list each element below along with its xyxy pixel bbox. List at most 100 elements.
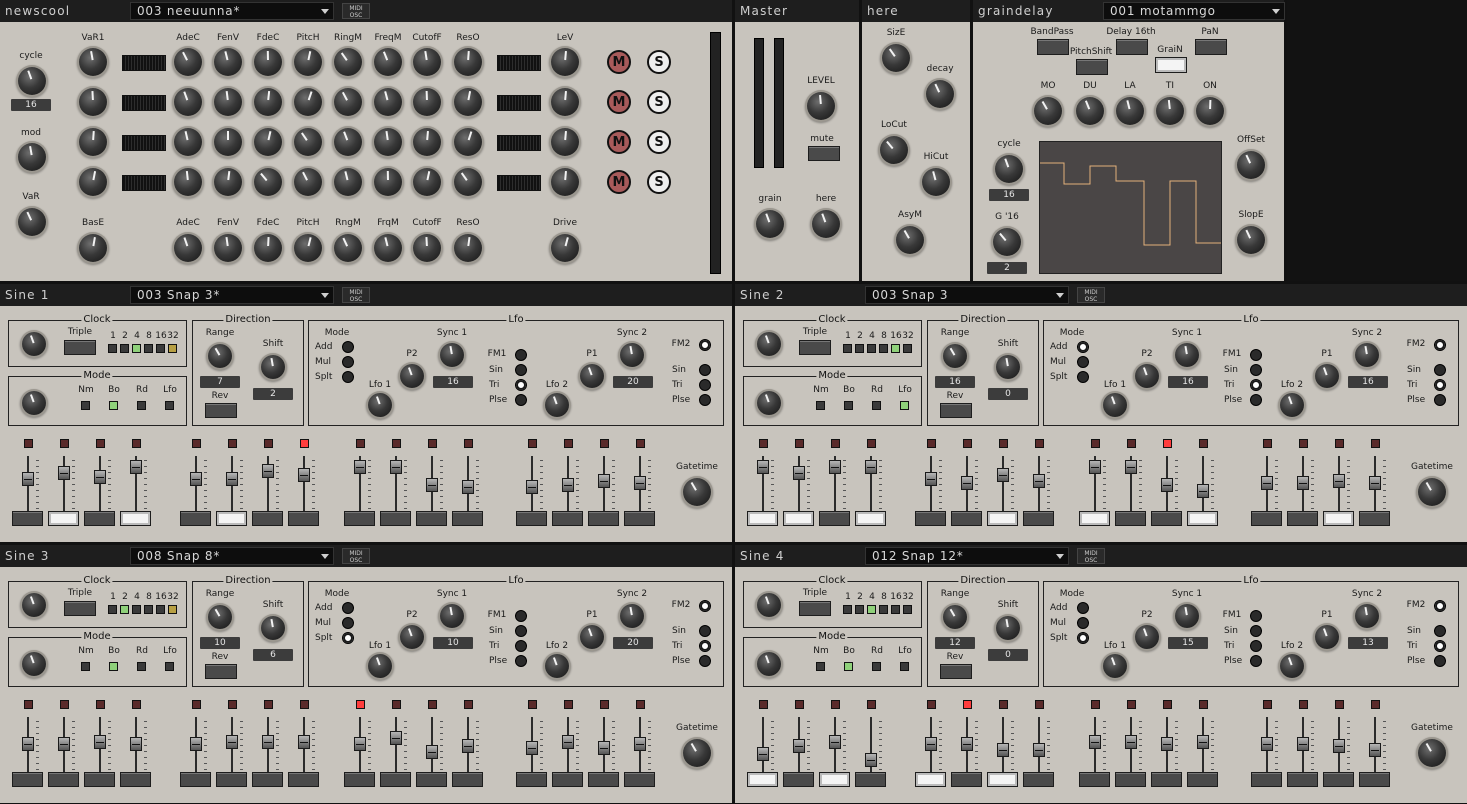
step-gate-led[interactable]	[392, 700, 401, 709]
step-gate-led[interactable]	[1091, 439, 1100, 448]
mode-option-led[interactable]	[872, 401, 881, 410]
fader-handle[interactable]	[298, 468, 310, 482]
step-gate-led[interactable]	[636, 700, 645, 709]
step-gate-led[interactable]	[264, 439, 273, 448]
mode-knob[interactable]	[22, 652, 46, 676]
clock-division-led[interactable]	[879, 605, 888, 614]
fm2-radio[interactable]	[1434, 339, 1446, 351]
voice-param-knob[interactable]	[454, 48, 482, 76]
step-toggle-button[interactable]	[915, 511, 946, 526]
sync1-knob[interactable]	[1175, 604, 1199, 628]
step-gate-led[interactable]	[1199, 439, 1208, 448]
step-toggle-button[interactable]	[1115, 772, 1146, 787]
step-value-fader[interactable]	[298, 456, 315, 516]
lfo1-knob[interactable]	[1103, 654, 1127, 678]
shift-value[interactable]: 0	[988, 649, 1028, 661]
p2-knob[interactable]	[1135, 364, 1159, 388]
fader-handle[interactable]	[94, 470, 106, 484]
fader-handle[interactable]	[22, 472, 34, 486]
step-value-fader[interactable]	[1161, 456, 1178, 516]
step-toggle-button[interactable]	[380, 772, 411, 787]
step-gate-led[interactable]	[300, 700, 309, 709]
fm2-radio[interactable]	[699, 339, 711, 351]
fm2-radio[interactable]	[1434, 600, 1446, 612]
lfo1-wave-radio[interactable]	[1250, 379, 1262, 391]
voice-param-knob[interactable]	[294, 168, 322, 196]
clock-division-led[interactable]	[843, 344, 852, 353]
p2-knob[interactable]	[400, 364, 424, 388]
mode-option-led[interactable]	[81, 401, 90, 410]
gatetime-knob[interactable]	[1418, 478, 1446, 506]
step-toggle-button[interactable]	[987, 772, 1018, 787]
sync1-knob[interactable]	[440, 604, 464, 628]
global-param-knob[interactable]	[454, 234, 482, 262]
fader-handle[interactable]	[925, 737, 937, 751]
solo-button[interactable]: S	[647, 130, 671, 154]
drive-knob[interactable]	[551, 234, 579, 262]
step-value-fader[interactable]	[226, 717, 243, 777]
p1-knob[interactable]	[580, 625, 604, 649]
slope-knob[interactable]	[1237, 226, 1265, 254]
mode-option-led[interactable]	[872, 662, 881, 671]
lfo2-wave-radio[interactable]	[699, 625, 711, 637]
clock-division-led[interactable]	[168, 344, 177, 353]
master-mute-button[interactable]	[808, 146, 840, 161]
fader-handle[interactable]	[390, 731, 402, 745]
lfo-mode-radio[interactable]	[1077, 356, 1089, 368]
sync2-knob[interactable]	[1355, 343, 1379, 367]
clock-division-led[interactable]	[903, 605, 912, 614]
step-value-fader[interactable]	[829, 717, 846, 777]
gd-cycle-knob[interactable]	[995, 155, 1023, 183]
fader-handle[interactable]	[462, 480, 474, 494]
step-gate-led[interactable]	[528, 700, 537, 709]
step-gate-led[interactable]	[600, 439, 609, 448]
step-toggle-button[interactable]	[344, 772, 375, 787]
fader-handle[interactable]	[757, 460, 769, 474]
fader-handle[interactable]	[354, 737, 366, 751]
step-toggle-button[interactable]	[855, 511, 886, 526]
asym-knob[interactable]	[896, 226, 924, 254]
step-gate-led[interactable]	[831, 700, 840, 709]
range-value[interactable]: 12	[935, 637, 975, 649]
lfo-mode-radio[interactable]	[1077, 341, 1089, 353]
step-toggle-button[interactable]	[344, 511, 375, 526]
step-toggle-button[interactable]	[1251, 772, 1282, 787]
shift-knob[interactable]	[261, 616, 285, 640]
midi-osc-button[interactable]: MIDI OSC	[342, 287, 370, 303]
voice-param-knob[interactable]	[254, 48, 282, 76]
fader-handle[interactable]	[1369, 476, 1381, 490]
range-value[interactable]: 10	[200, 637, 240, 649]
voice-param-knob[interactable]	[214, 88, 242, 116]
step-toggle-button[interactable]	[987, 511, 1018, 526]
step-toggle-button[interactable]	[1023, 772, 1054, 787]
grain-param-knob[interactable]	[1156, 97, 1184, 125]
midi-osc-button[interactable]: MIDI OSC	[1077, 548, 1105, 564]
fader-handle[interactable]	[757, 747, 769, 761]
fader-handle[interactable]	[226, 735, 238, 749]
step-value-fader[interactable]	[757, 717, 774, 777]
grain-step-display[interactable]	[1039, 141, 1222, 274]
step-toggle-button[interactable]	[915, 772, 946, 787]
fader-handle[interactable]	[1261, 737, 1273, 751]
rev-button[interactable]	[940, 403, 972, 418]
range-knob[interactable]	[943, 605, 967, 629]
step-toggle-button[interactable]	[624, 772, 655, 787]
step-value-fader[interactable]	[1297, 456, 1314, 516]
step-value-fader[interactable]	[526, 456, 543, 516]
clock-knob[interactable]	[22, 332, 46, 356]
step-value-fader[interactable]	[1033, 456, 1050, 516]
step-gate-led[interactable]	[1299, 439, 1308, 448]
clock-division-led[interactable]	[156, 605, 165, 614]
step-gate-led[interactable]	[999, 700, 1008, 709]
step-value-fader[interactable]	[526, 717, 543, 777]
lfo2-wave-radio[interactable]	[1434, 625, 1446, 637]
step-value-fader[interactable]	[793, 456, 810, 516]
fader-handle[interactable]	[793, 739, 805, 753]
step-value-fader[interactable]	[130, 456, 147, 516]
step-toggle-button[interactable]	[1187, 511, 1218, 526]
level-knob[interactable]	[551, 168, 579, 196]
mode-option-led[interactable]	[844, 401, 853, 410]
step-gate-led[interactable]	[564, 700, 573, 709]
step-value-fader[interactable]	[1197, 456, 1214, 516]
step-gate-led[interactable]	[927, 439, 936, 448]
